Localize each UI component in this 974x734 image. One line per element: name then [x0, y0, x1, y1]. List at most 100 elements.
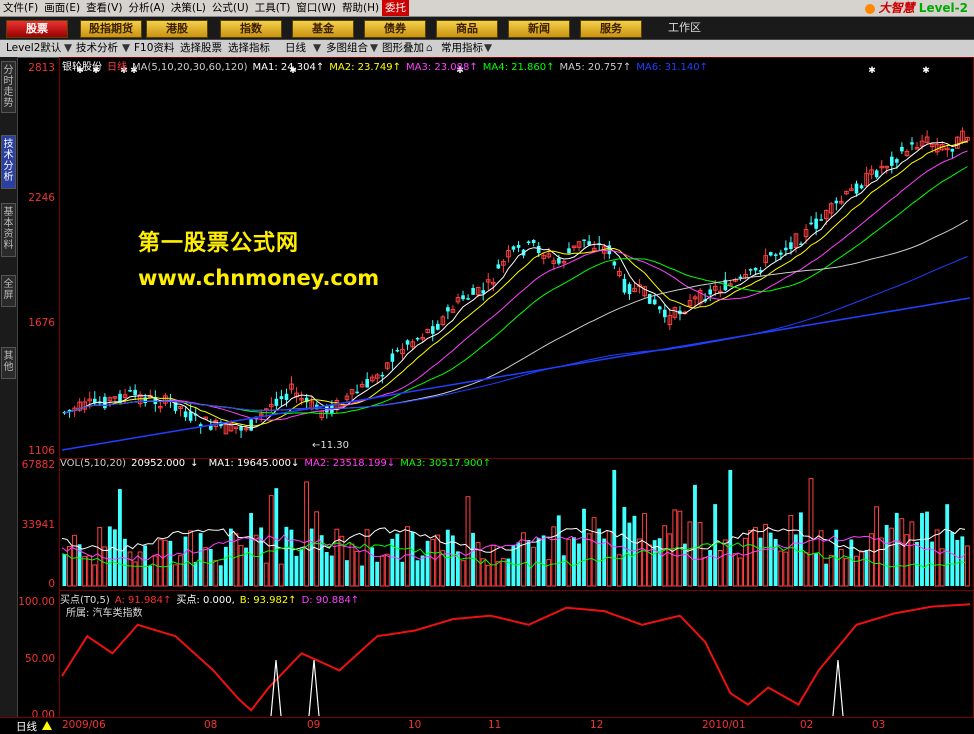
- volume-bar: [546, 559, 552, 587]
- volume-bar: [178, 555, 183, 587]
- volume-bar: [384, 553, 390, 587]
- volume-bar: [778, 550, 784, 587]
- volume-bar: [737, 557, 743, 587]
- chart-canvas[interactable]: ✱ ✱ ✱ ✱ ✱ ✱ ✱ ✱: [0, 0, 974, 733]
- candle-body: [900, 146, 904, 152]
- volume-bar: [500, 557, 506, 587]
- candle-body: [567, 248, 571, 254]
- candle-body: [753, 267, 758, 271]
- volume-bar: [87, 555, 93, 587]
- volume-bar: [612, 470, 617, 586]
- x-tick: 08: [204, 719, 218, 731]
- buy-signal-spike: [308, 659, 320, 717]
- ma-params: MA(5,10,20,30,60,120): [132, 62, 248, 73]
- candle-body: [748, 269, 753, 271]
- volume-bar: [495, 561, 501, 587]
- volume-bar: [909, 521, 915, 587]
- volume-bar: [577, 543, 581, 586]
- indicator-line: [61, 603, 971, 712]
- vol-value: 20952.000 ↓: [131, 458, 199, 469]
- volume-bar: [591, 517, 597, 587]
- volume-bar: [294, 555, 299, 586]
- volume-bar: [67, 545, 72, 587]
- x-tick: 09: [307, 719, 321, 731]
- volume-bar: [435, 534, 441, 587]
- volume-bar: [904, 534, 910, 587]
- candle-body: [874, 170, 879, 178]
- volume-bar: [864, 550, 869, 586]
- volume-bar: [798, 512, 803, 586]
- time-axis: 日线 2009/06 08 09 10 11 12 2010/01 02 03: [0, 717, 974, 734]
- volume-bar: [152, 555, 158, 587]
- candle-body: [511, 246, 516, 250]
- candle-body: [814, 218, 818, 229]
- ma-value-4: MA5: 20.757↑: [559, 62, 632, 73]
- volume-bar: [425, 540, 430, 586]
- period-selector[interactable]: 日线: [16, 719, 37, 734]
- candle-body: [395, 350, 400, 352]
- volume-bar: [541, 535, 546, 586]
- volume-bar: [758, 537, 763, 586]
- volume-bar: [117, 489, 122, 586]
- candle-body: [133, 389, 137, 395]
- volume-bar: [354, 550, 360, 587]
- candle-body: [380, 374, 385, 377]
- candle-body: [365, 379, 369, 388]
- volume-legend: VOL(5,10,20) 20952.000 ↓ MA1: 19645.000↓ MA2…: [60, 458, 501, 469]
- period-name: 日线: [107, 62, 127, 73]
- sector-label: 所属: 汽车类指数: [66, 608, 143, 619]
- volume-bar: [732, 553, 738, 587]
- candle-body: [784, 247, 788, 251]
- volume-bar: [824, 563, 829, 586]
- volume-bar: [218, 565, 223, 586]
- volume-bar: [471, 532, 475, 586]
- volume-bar: [616, 554, 622, 587]
- volume-bar: [657, 538, 662, 586]
- volume-bar: [571, 537, 576, 586]
- vol-ma-value-2: MA3: 30517.900↑: [400, 458, 492, 469]
- signal-star-icon: ✱: [922, 66, 930, 76]
- candle-body: [647, 293, 652, 304]
- volume-bar: [304, 481, 309, 587]
- ma-value-5: MA6: 31.140↑: [636, 62, 709, 73]
- volume-bar: [299, 548, 304, 586]
- stock-name: 银轮股份: [62, 62, 102, 73]
- volume-bar: [920, 513, 924, 586]
- candle-body: [430, 326, 435, 334]
- candle-body: [405, 340, 410, 345]
- volume-bar: [102, 546, 108, 587]
- candle-body: [188, 411, 193, 421]
- volume-bar: [450, 535, 455, 586]
- ma-value-0: MA1: 24.304↑: [252, 62, 325, 73]
- volume-bar: [198, 533, 203, 586]
- candle-body: [859, 185, 864, 189]
- candle-body: [582, 239, 586, 241]
- volume-bar: [213, 559, 219, 587]
- volume-bar: [360, 565, 364, 586]
- candle-body: [274, 398, 279, 406]
- candle-body: [284, 393, 289, 400]
- volume-bar: [939, 548, 945, 587]
- volume-bar: [511, 545, 516, 586]
- volume-bar: [889, 527, 895, 587]
- volume-bar: [879, 537, 885, 587]
- volume-bar: [687, 521, 693, 587]
- volume-bar: [415, 560, 420, 586]
- volume-bar: [597, 528, 602, 586]
- volume-bar: [606, 530, 612, 587]
- candle-body: [627, 284, 632, 295]
- vol-params: VOL(5,10,20): [60, 458, 127, 469]
- candle-body: [895, 159, 899, 163]
- volume-bar: [430, 539, 436, 587]
- vol-ma-values: MA1: 19645.000↓ MA2: 23518.199↓ MA3: 30517…: [209, 458, 497, 469]
- period-arrow-icon[interactable]: [42, 721, 52, 730]
- candle-body: [652, 299, 657, 305]
- volume-bar: [828, 555, 834, 587]
- volume-bar: [238, 545, 244, 587]
- ma120-line: [61, 297, 971, 451]
- candle-body: [471, 288, 475, 295]
- candle-body: [809, 222, 813, 225]
- volume-bar: [838, 549, 844, 587]
- ma-values: MA1: 24.304↑ MA2: 23.749↑ MA3: 23.088↑ MA4:…: [253, 62, 714, 73]
- candle-body: [854, 183, 859, 194]
